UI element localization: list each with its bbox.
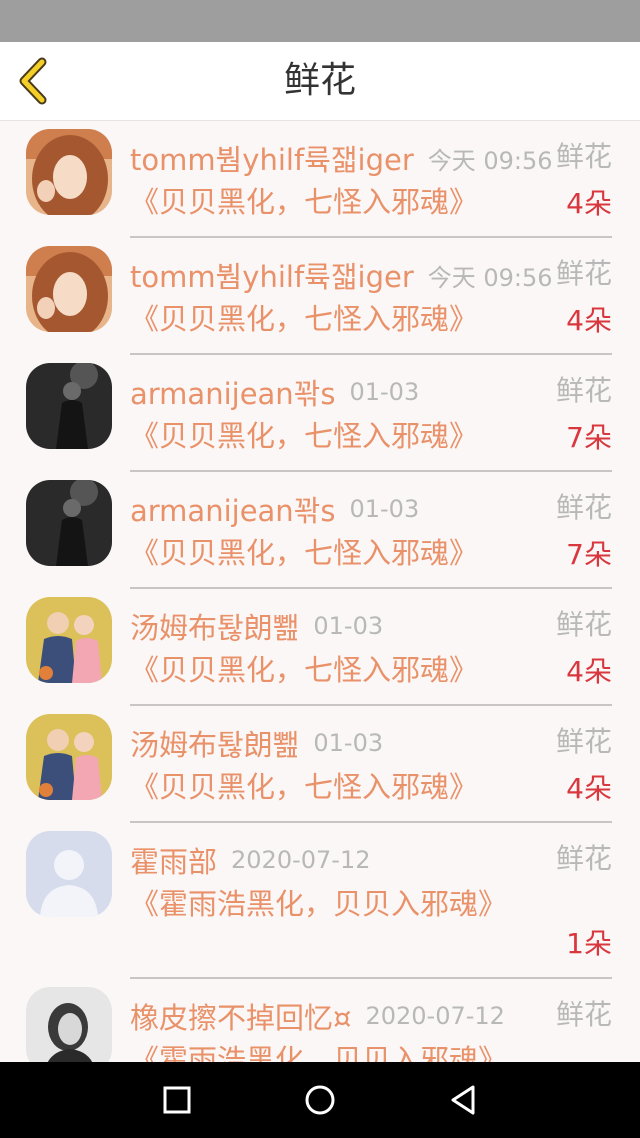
recent-apps-button[interactable] xyxy=(157,1080,197,1120)
list-item[interactable]: armanijean꽊s 01-03 鲜花 《贝贝黑化，七怪入邪魂》 7朵 xyxy=(0,472,640,589)
user-avatar[interactable] xyxy=(26,480,112,566)
username[interactable]: 汤姆布퇂朗뾆 xyxy=(130,611,299,645)
timestamp: 2020-07-12 xyxy=(365,1002,505,1030)
book-title[interactable]: 《霍雨浩黑化，贝贝入邪魂》 xyxy=(130,1041,510,1062)
user-avatar[interactable] xyxy=(26,246,112,332)
gift-count: 7朵 xyxy=(566,538,612,571)
gift-type: 鲜花 xyxy=(555,140,612,173)
system-back-button[interactable] xyxy=(443,1080,483,1120)
user-avatar[interactable] xyxy=(26,831,112,917)
gift-count: 4朵 xyxy=(566,304,612,337)
item-content: 汤姆布퇂朗뾆 01-03 鲜花 《贝贝黑化，七怪入邪魂》 4朵 xyxy=(130,589,612,706)
username[interactable]: armanijean꽊s xyxy=(130,494,335,528)
list-item[interactable]: 汤姆布퇂朗뾆 01-03 鲜花 《贝贝黑化，七怪入邪魂》 4朵 xyxy=(0,706,640,823)
page-title: 鲜花 xyxy=(283,60,356,101)
username[interactable]: 霍雨部 xyxy=(130,845,217,879)
item-content: 霍雨部 2020-07-12 鲜花 《霍雨浩黑化，贝贝入邪魂》 1朵 xyxy=(130,823,612,979)
book-title[interactable]: 《贝贝黑化，七怪入邪魂》 xyxy=(130,300,510,338)
timestamp: 2020-07-12 xyxy=(231,846,371,874)
home-button[interactable] xyxy=(300,1080,340,1120)
timestamp: 今天 09:56 xyxy=(427,263,553,292)
item-content: tomm붬yhilf륙잷iger 今天 09:56 鲜花 《贝贝黑化，七怪入邪魂》… xyxy=(130,238,612,355)
gift-list[interactable]: tomm붬yhilf륙잷iger 今天 09:56 鲜花 《贝贝黑化，七怪入邪魂》… xyxy=(0,121,640,1062)
title-bar: 鲜花 xyxy=(0,42,640,121)
username[interactable]: tomm붬yhilf륙잷iger xyxy=(130,260,414,294)
list-item[interactable]: 橡皮擦不掉回忆¤2020-07-12 鲜花 《霍雨浩黑化，贝贝入邪魂》 1朵 xyxy=(0,979,640,1062)
user-avatar[interactable] xyxy=(26,129,112,215)
gift-type: 鲜花 xyxy=(555,491,612,524)
gift-type: 鲜花 xyxy=(555,608,612,641)
timestamp: 01-03 xyxy=(313,612,384,640)
square-icon xyxy=(163,1086,191,1114)
book-title[interactable]: 《贝贝黑化，七怪入邪魂》 xyxy=(130,651,510,689)
gift-type: 鲜花 xyxy=(555,257,612,290)
username[interactable]: tomm붬yhilf륙잷iger xyxy=(130,143,414,177)
user-avatar[interactable] xyxy=(26,597,112,683)
gift-count: 4朵 xyxy=(566,772,612,805)
gift-type: 鲜花 xyxy=(555,725,612,758)
gift-count: 4朵 xyxy=(566,655,612,688)
gift-type: 鲜花 xyxy=(555,842,612,875)
book-title[interactable]: 《贝贝黑化，七怪入邪魂》 xyxy=(130,768,510,806)
user-avatar[interactable] xyxy=(26,363,112,449)
timestamp: 01-03 xyxy=(349,495,420,523)
item-content: armanijean꽊s 01-03 鲜花 《贝贝黑化，七怪入邪魂》 7朵 xyxy=(130,472,612,589)
username[interactable]: 橡皮擦不掉回忆¤ xyxy=(130,1001,351,1035)
list-item[interactable]: tomm붬yhilf륙잷iger 今天 09:56 鲜花 《贝贝黑化，七怪入邪魂》… xyxy=(0,238,640,355)
user-avatar[interactable] xyxy=(26,987,112,1062)
timestamp: 01-03 xyxy=(349,378,420,406)
list-item[interactable]: armanijean꽊s 01-03 鲜花 《贝贝黑化，七怪入邪魂》 7朵 xyxy=(0,355,640,472)
gift-type: 鲜花 xyxy=(555,998,612,1031)
username[interactable]: 汤姆布퇂朗뾆 xyxy=(130,728,299,762)
gift-count: 7朵 xyxy=(566,421,612,454)
item-content: tomm붬yhilf륙잷iger 今天 09:56 鲜花 《贝贝黑化，七怪入邪魂》… xyxy=(130,121,612,238)
list-item[interactable]: tomm붬yhilf륙잷iger 今天 09:56 鲜花 《贝贝黑化，七怪入邪魂》… xyxy=(0,121,640,238)
list-item[interactable]: 汤姆布퇂朗뾆 01-03 鲜花 《贝贝黑化，七怪入邪魂》 4朵 xyxy=(0,589,640,706)
triangle-back-icon xyxy=(451,1085,475,1115)
gift-type: 鲜花 xyxy=(555,374,612,407)
timestamp: 今天 09:56 xyxy=(427,146,553,175)
book-title[interactable]: 《霍雨浩黑化，贝贝入邪魂》 xyxy=(130,885,510,923)
circle-icon xyxy=(305,1085,335,1115)
book-title[interactable]: 《贝贝黑化，七怪入邪魂》 xyxy=(130,183,510,221)
book-title[interactable]: 《贝贝黑化，七怪入邪魂》 xyxy=(130,417,510,455)
timestamp: 01-03 xyxy=(313,729,384,757)
system-nav-bar xyxy=(0,1062,640,1138)
book-title[interactable]: 《贝贝黑化，七怪入邪魂》 xyxy=(130,534,510,572)
gift-count: 1朵 xyxy=(566,927,612,960)
item-content: 汤姆布퇂朗뾆 01-03 鲜花 《贝贝黑化，七怪入邪魂》 4朵 xyxy=(130,706,612,823)
gift-count: 4朵 xyxy=(566,187,612,220)
list-item[interactable]: 霍雨部 2020-07-12 鲜花 《霍雨浩黑化，贝贝入邪魂》 1朵 xyxy=(0,823,640,979)
item-content: armanijean꽊s 01-03 鲜花 《贝贝黑化，七怪入邪魂》 7朵 xyxy=(130,355,612,472)
username[interactable]: armanijean꽊s xyxy=(130,377,335,411)
item-content: 橡皮擦不掉回忆¤2020-07-12 鲜花 《霍雨浩黑化，贝贝入邪魂》 1朵 xyxy=(130,979,612,1062)
status-bar xyxy=(0,0,640,42)
user-avatar[interactable] xyxy=(26,714,112,800)
